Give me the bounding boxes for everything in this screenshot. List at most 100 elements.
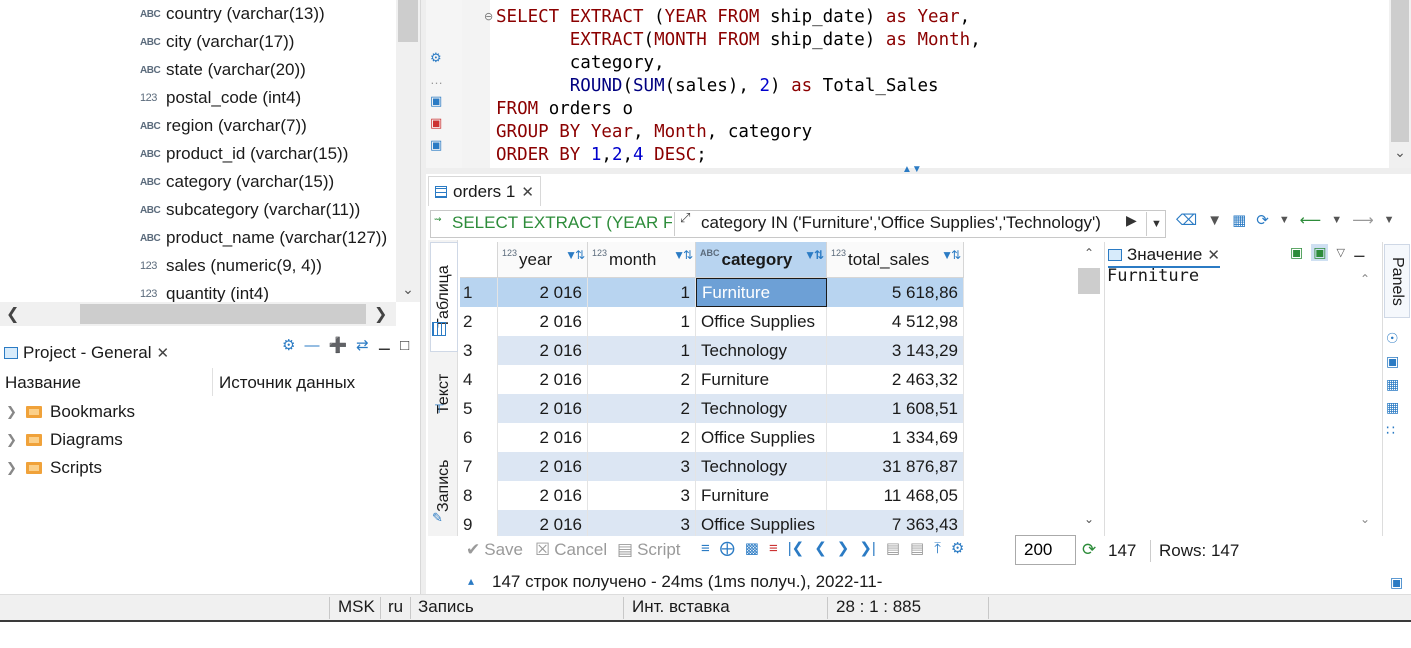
column-item[interactable]: 123 sales (numeric(9, 4)) xyxy=(140,252,322,280)
cell-year[interactable]: 2 016 xyxy=(498,452,588,481)
export-icon[interactable]: ⤒ xyxy=(934,540,941,557)
forward-icon[interactable]: ⟶ xyxy=(1352,211,1374,229)
row-number[interactable]: 8 xyxy=(460,481,498,510)
cell-category[interactable]: Furniture xyxy=(696,365,827,394)
dropdown-icon[interactable]: ▼ xyxy=(1331,214,1342,226)
navigator-vertical-scrollbar[interactable] xyxy=(396,0,420,302)
sort-filter-icon[interactable]: ▼⇅ xyxy=(673,248,693,262)
navigator-scroll-thumb[interactable] xyxy=(398,0,418,42)
cell-total-sales[interactable]: 2 463,32 xyxy=(827,365,964,394)
row-number[interactable]: 1 xyxy=(460,278,498,307)
row-number[interactable]: 9 xyxy=(460,510,498,539)
column-item[interactable]: ABC product_name (varchar(127)) xyxy=(140,224,387,252)
value-tab[interactable]: Значение ✕ xyxy=(1108,244,1220,268)
explain-icon[interactable]: ▣ xyxy=(430,137,443,153)
cell-month[interactable]: 1 xyxy=(588,307,696,336)
cell-total-sales[interactable]: 1 334,69 xyxy=(827,423,964,452)
column-header-category[interactable]: ABC category ▼⇅ xyxy=(696,242,827,278)
sql-code[interactable]: SELECT EXTRACT (YEAR FROM ship_date) as … xyxy=(496,6,981,167)
filter-history-dropdown[interactable]: ▼ xyxy=(1146,212,1166,236)
cell-total-sales[interactable]: 4 512,98 xyxy=(827,307,964,336)
minimize-icon[interactable]: ⚊ xyxy=(378,336,391,354)
table-row[interactable]: 22 016 1 Office Supplies 4 512,98 xyxy=(460,307,964,336)
cell-category[interactable]: Technology xyxy=(696,336,827,365)
navigator-hscroll-thumb[interactable] xyxy=(80,304,366,324)
panels-tab[interactable]: Panels xyxy=(1384,244,1410,318)
cell-month[interactable]: 2 xyxy=(588,365,696,394)
cell-month[interactable]: 2 xyxy=(588,394,696,423)
refresh-icon[interactable]: ⟳ xyxy=(1082,540,1096,560)
scroll-right-icon[interactable]: ❯ xyxy=(374,304,387,324)
back-icon[interactable]: ⟵ xyxy=(1300,211,1322,229)
cell-year[interactable]: 2 016 xyxy=(498,394,588,423)
cell-category[interactable]: Technology xyxy=(696,394,827,423)
chevron-down-icon[interactable]: ⌄ xyxy=(1076,512,1102,526)
column-header-year[interactable]: 123 year ▼⇅ xyxy=(498,242,588,278)
gear-icon[interactable]: ⚙ xyxy=(282,336,295,354)
column-header-name[interactable]: Название xyxy=(5,373,81,393)
chevron-right-icon[interactable]: ❯ xyxy=(6,460,18,476)
cell-year[interactable]: 2 016 xyxy=(498,307,588,336)
collapse-icon[interactable]: — xyxy=(304,337,319,354)
auto-apply-icon[interactable]: ▣ xyxy=(1311,244,1329,261)
cell-year[interactable]: 2 016 xyxy=(498,510,588,539)
cell-category[interactable]: Technology xyxy=(696,452,827,481)
maximize-icon[interactable]: □ xyxy=(400,337,409,354)
add-row-icon[interactable]: ⨁ xyxy=(720,539,735,557)
cell-year[interactable]: 2 016 xyxy=(498,423,588,452)
cell-total-sales[interactable]: 3 143,29 xyxy=(827,336,964,365)
settings-icon[interactable]: ⚙ xyxy=(430,50,443,66)
cell-month[interactable]: 1 xyxy=(588,278,696,307)
cell-total-sales[interactable]: 31 876,87 xyxy=(827,452,964,481)
chevron-right-icon[interactable]: ❯ xyxy=(6,404,18,420)
results-tab[interactable]: orders 1 ✕ xyxy=(428,176,541,206)
cell-year[interactable]: 2 016 xyxy=(498,278,588,307)
value-panel-icon[interactable]: ▣ xyxy=(1386,353,1399,370)
triangle-right-icon[interactable]: ▶ xyxy=(1126,212,1137,229)
column-header-month[interactable]: 123 month ▼⇅ xyxy=(588,242,696,278)
column-item[interactable]: ABC region (varchar(7)) xyxy=(140,112,307,140)
chevron-down-icon[interactable]: ⌄ xyxy=(1360,512,1370,526)
grid-scroll-thumb[interactable] xyxy=(1078,268,1100,294)
table-row[interactable]: 52 016 2 Technology 1 608,51 xyxy=(460,394,964,423)
cell-total-sales[interactable]: 7 363,43 xyxy=(827,510,964,539)
sort-filter-icon[interactable]: ▼⇅ xyxy=(804,248,824,262)
project-item-scripts[interactable]: ❯ Scripts xyxy=(6,454,102,482)
cell-month[interactable]: 3 xyxy=(588,452,696,481)
scroll-down-icon[interactable]: ⌄ xyxy=(396,278,420,300)
chevron-right-icon[interactable]: ❯ xyxy=(6,432,18,448)
sort-filter-icon[interactable]: ▼⇅ xyxy=(941,248,961,262)
filter-sql-text[interactable]: SELECT EXTRACT (YEAR FRC xyxy=(452,213,672,233)
value-content[interactable]: Furniture xyxy=(1107,266,1199,286)
sort-filter-icon[interactable]: ▼⇅ xyxy=(565,248,585,262)
prev-page-icon[interactable]: ❮ xyxy=(814,539,827,557)
row-number[interactable]: 2 xyxy=(460,307,498,336)
cell-category[interactable]: Office Supplies xyxy=(696,307,827,336)
eraser-icon[interactable]: ⌫ xyxy=(1176,211,1197,229)
column-item[interactable]: ABC city (varchar(17)) xyxy=(140,28,294,56)
save-icon[interactable]: ▣ xyxy=(1290,244,1303,261)
refresh-filter-icon[interactable]: ⟳ xyxy=(1256,211,1269,229)
cell-year[interactable]: 2 016 xyxy=(498,481,588,510)
cell-total-sales[interactable]: 5 618,86 xyxy=(827,278,964,307)
add-icon[interactable]: ➕ xyxy=(328,336,347,354)
row-number[interactable]: 5 xyxy=(460,394,498,423)
table-row[interactable]: 82 016 3 Furniture 11 468,05 xyxy=(460,481,964,510)
row-number[interactable]: 3 xyxy=(460,336,498,365)
grouping-icon[interactable]: ∷ xyxy=(1386,422,1399,439)
column-item[interactable]: ABC product_id (varchar(15)) xyxy=(140,140,348,168)
table-row[interactable]: 72 016 3 Technology 31 876,87 xyxy=(460,452,964,481)
first-page-icon[interactable]: |❮ xyxy=(788,539,804,557)
cell-month[interactable]: 1 xyxy=(588,336,696,365)
cell-month[interactable]: 3 xyxy=(588,481,696,510)
close-icon[interactable]: ✕ xyxy=(157,344,170,362)
fetch-size-input[interactable] xyxy=(1015,535,1076,565)
column-item[interactable]: ABC subcategory (varchar(11)) xyxy=(140,196,360,224)
cell-year[interactable]: 2 016 xyxy=(498,365,588,394)
close-icon[interactable]: ✕ xyxy=(1207,246,1220,264)
execute-script-icon[interactable]: ▣ xyxy=(430,93,443,109)
row-number[interactable]: 4 xyxy=(460,365,498,394)
metadata-icon[interactable]: ▦ xyxy=(1386,376,1399,393)
project-item-bookmarks[interactable]: ❯ Bookmarks xyxy=(6,398,135,426)
target-icon[interactable]: ☉ xyxy=(1386,330,1399,347)
